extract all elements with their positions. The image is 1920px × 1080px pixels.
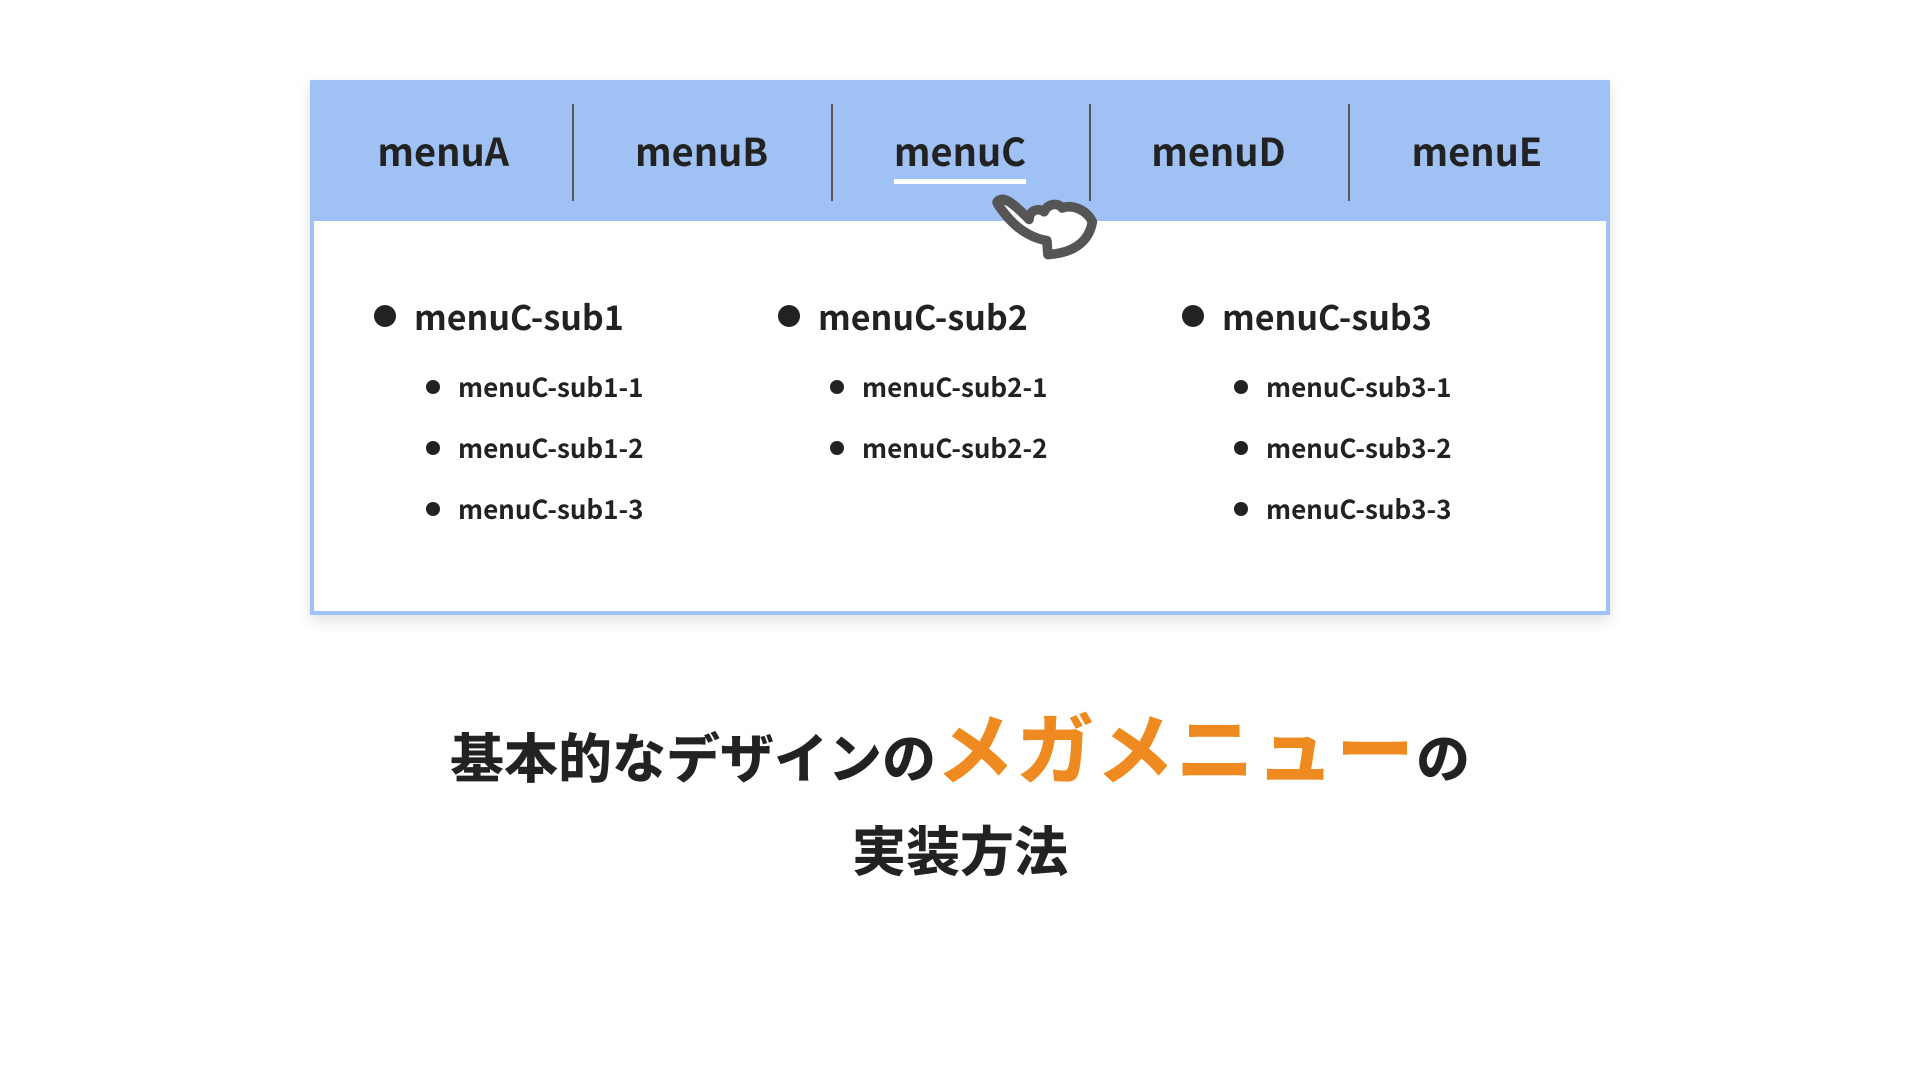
menu-item-e[interactable]: menuE: [1348, 84, 1606, 221]
bullet-icon: [1234, 441, 1248, 455]
bullet-icon: [830, 441, 844, 455]
menu-item-label: menuB: [635, 122, 768, 177]
caption-post: の: [1416, 715, 1470, 794]
menu-item-c[interactable]: menuC: [831, 84, 1089, 221]
dropdown-column: menuC-sub1 menuC-sub1-1 menuC-sub1-2 men…: [374, 291, 738, 551]
dropdown-link[interactable]: menuC-sub1-1: [426, 368, 738, 405]
dropdown-heading[interactable]: menuC-sub1: [374, 291, 738, 340]
dropdown-link-label: menuC-sub3-3: [1266, 490, 1451, 527]
menu-item-label: menuD: [1151, 122, 1285, 177]
menu-item-a[interactable]: menuA: [314, 84, 572, 221]
dropdown-sublist: menuC-sub3-1 menuC-sub3-2 menuC-sub3-3: [1182, 368, 1546, 527]
dropdown-link-label: menuC-sub1-1: [458, 368, 643, 405]
bullet-icon: [426, 441, 440, 455]
dropdown-link[interactable]: menuC-sub1-3: [426, 490, 738, 527]
dropdown-column: menuC-sub3 menuC-sub3-1 menuC-sub3-2 men…: [1182, 291, 1546, 551]
bullet-icon: [830, 380, 844, 394]
dropdown-heading-label: menuC-sub1: [414, 291, 624, 340]
dropdown-link[interactable]: menuC-sub2-1: [830, 368, 1142, 405]
dropdown-column: menuC-sub2 menuC-sub2-1 menuC-sub2-2: [778, 291, 1142, 551]
menu-item-b[interactable]: menuB: [572, 84, 830, 221]
bullet-icon: [778, 305, 800, 327]
dropdown-heading-label: menuC-sub2: [818, 291, 1028, 340]
dropdown-link[interactable]: menuC-sub3-1: [1234, 368, 1546, 405]
menubar: menuA menuB menuC menuD menuE: [314, 84, 1606, 221]
menu-item-label: menuA: [377, 122, 509, 177]
dropdown-link[interactable]: menuC-sub3-3: [1234, 490, 1546, 527]
caption-accent: メガメニュー: [936, 689, 1416, 801]
caption-line2: 実装方法: [450, 806, 1470, 890]
dropdown-heading-label: menuC-sub3: [1222, 291, 1432, 340]
bullet-icon: [1234, 380, 1248, 394]
menu-item-d[interactable]: menuD: [1089, 84, 1347, 221]
bullet-icon: [1234, 502, 1248, 516]
bullet-icon: [374, 305, 396, 327]
dropdown-heading[interactable]: menuC-sub3: [1182, 291, 1546, 340]
dropdown-link[interactable]: menuC-sub1-2: [426, 429, 738, 466]
dropdown-link-label: menuC-sub3-2: [1266, 429, 1451, 466]
bullet-icon: [1182, 305, 1204, 327]
bullet-icon: [426, 380, 440, 394]
dropdown-sublist: menuC-sub2-1 menuC-sub2-2: [778, 368, 1142, 466]
mega-menu: menuA menuB menuC menuD menuE menuC-sub1: [310, 80, 1610, 615]
dropdown-link[interactable]: menuC-sub2-2: [830, 429, 1142, 466]
menu-item-label: menuC: [894, 122, 1026, 184]
diagram-caption: 基本的なデザインのメガメニューの 実装方法: [450, 685, 1470, 890]
dropdown-link-label: menuC-sub1-2: [458, 429, 643, 466]
dropdown-sublist: menuC-sub1-1 menuC-sub1-2 menuC-sub1-3: [374, 368, 738, 527]
dropdown-link-label: menuC-sub1-3: [458, 490, 643, 527]
dropdown-link-label: menuC-sub2-1: [862, 368, 1047, 405]
dropdown-link-label: menuC-sub2-2: [862, 429, 1047, 466]
caption-pre: 基本的なデザインの: [450, 715, 936, 794]
mega-menu-dropdown: menuC-sub1 menuC-sub1-1 menuC-sub1-2 men…: [314, 221, 1606, 611]
dropdown-link-label: menuC-sub3-1: [1266, 368, 1451, 405]
bullet-icon: [426, 502, 440, 516]
dropdown-link[interactable]: menuC-sub3-2: [1234, 429, 1546, 466]
dropdown-heading[interactable]: menuC-sub2: [778, 291, 1142, 340]
menu-item-label: menuE: [1412, 122, 1543, 177]
